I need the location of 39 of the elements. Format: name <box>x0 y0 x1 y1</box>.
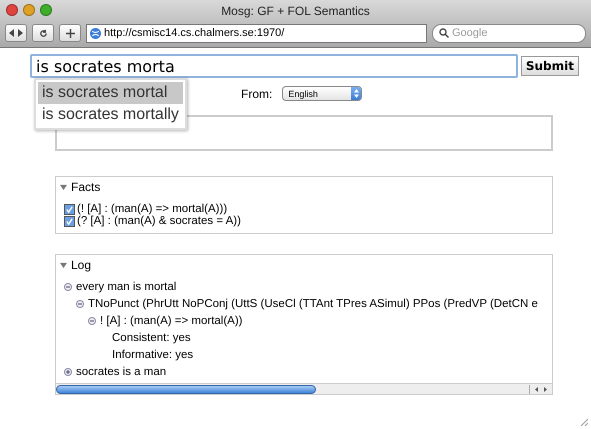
updown-caret-icon <box>354 89 359 98</box>
log-entry: Consistent: yes <box>111 332 191 344</box>
panel-title[interactable]: Facts <box>71 180 100 194</box>
log-entry: ! [A] : (man(A) => mortal(A)) <box>100 314 242 326</box>
reload-icon <box>38 28 48 38</box>
log-entry: Informative: yes <box>111 348 194 360</box>
reload-button[interactable] <box>32 24 54 42</box>
from-label: From: <box>241 86 272 100</box>
add-bookmark-button[interactable] <box>59 24 81 42</box>
expand-icon[interactable] <box>64 368 72 376</box>
checkbox[interactable] <box>64 216 75 226</box>
back-forward-button[interactable] <box>5 24 27 42</box>
fact-formula: (? [A] : (man(A) & socrates = A)) <box>77 215 241 227</box>
close-button[interactable] <box>6 4 18 16</box>
scrollbar-thumb[interactable] <box>56 384 316 394</box>
expanded-triangle-icon[interactable] <box>60 184 67 190</box>
minimize-button[interactable] <box>23 4 35 16</box>
search-icon <box>439 28 449 38</box>
address-field[interactable]: http://csmisc14.cs.chalmers.se:1970/ <box>86 24 427 42</box>
window-title: Mosg: GF + FOL Semantics <box>220 4 371 18</box>
panel-title[interactable]: Log <box>71 258 92 272</box>
language-select[interactable]: English <box>282 86 362 101</box>
suggestion-item[interactable]: is socrates mortal <box>38 82 183 104</box>
log-entry: TNoPunct (PhrUtt NoPConj (UttS (UseCl (TTAnt TPres ASimul) PPos (PredVP (DetCN e <box>88 298 538 310</box>
collapse-icon[interactable] <box>88 316 96 324</box>
zoom-button[interactable] <box>40 4 52 16</box>
checkbox[interactable] <box>64 204 75 214</box>
resize-grip-icon[interactable] <box>580 418 588 426</box>
collapse-icon[interactable] <box>64 282 72 290</box>
log-entry: socrates is a man <box>76 366 166 378</box>
log-entry: every man is mortal <box>76 280 176 292</box>
suggestion-item[interactable]: is socrates mortally <box>38 104 183 126</box>
query-field[interactable]: is socrates morta <box>30 54 518 78</box>
plus-icon <box>66 28 74 38</box>
fact-formula: (! [A] : (man(A) => mortal(A))) <box>77 203 228 215</box>
expanded-triangle-icon[interactable] <box>60 262 67 268</box>
submit-button[interactable]: Submit <box>520 56 579 76</box>
arrow-icon <box>9 29 23 37</box>
collapse-icon[interactable] <box>76 300 84 308</box>
